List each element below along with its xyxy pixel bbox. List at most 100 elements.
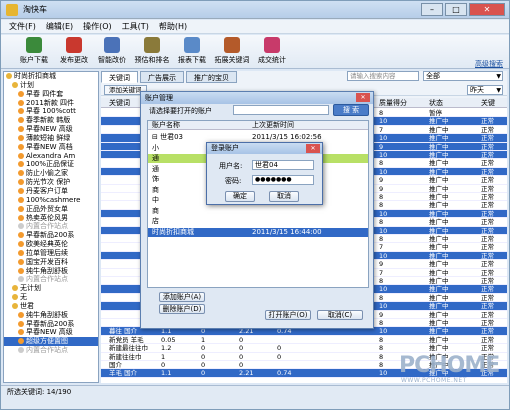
- account-search-button[interactable]: 搜 索: [333, 104, 369, 116]
- login-dialog: 登录账户 ✕ 用户名: 世君04 密码: ●●●●●●● 确定 取消: [206, 142, 323, 205]
- table-cell: 正常: [481, 243, 494, 252]
- table-cell: 推广中: [429, 302, 449, 311]
- tree-item[interactable]: 欧美经典英伦: [4, 240, 98, 249]
- menu-item[interactable]: 工具(T): [122, 20, 149, 33]
- table-cell: 0: [201, 352, 206, 361]
- table-row[interactable]: 新建最往往巾 1.2 0 0 0 8 推广中 正常: [101, 344, 507, 353]
- toolbar-button-label: 发布更改: [60, 56, 88, 64]
- dialog-close-button[interactable]: ✕: [356, 93, 370, 102]
- menu-item[interactable]: 操作(O): [83, 20, 112, 33]
- item-icon: [18, 258, 24, 265]
- account-name: 店: [152, 217, 159, 225]
- tree-item[interactable]: 早春NEW 高档: [4, 143, 98, 152]
- tree-item[interactable]: 无: [4, 293, 98, 302]
- tree-item[interactable]: 薄款短袖 鲜绿: [4, 134, 98, 143]
- tree-item[interactable]: 世君: [4, 302, 98, 311]
- account-row[interactable]: 时尚折扣商城 2011/3/15 16:44:00: [148, 227, 368, 237]
- toolbar-button[interactable]: 拓展关键词: [213, 37, 251, 65]
- login-cancel-button[interactable]: 取消: [269, 191, 299, 202]
- tree-item-label: 2011新款 四件: [26, 98, 75, 107]
- add-account-button[interactable]: 添加账户(A): [159, 292, 205, 302]
- tree-item[interactable]: 丹麦客户订单: [4, 187, 98, 196]
- minimize-button[interactable]: –: [421, 3, 443, 16]
- tree-item-label: 欧美经典英伦: [26, 240, 68, 249]
- table-cell: 0: [201, 361, 206, 369]
- account-tree[interactable]: 时尚折扣商城 计划 早春 四件套 2011新款 四件 早春 100%cott 春季新款 韩…: [3, 71, 99, 383]
- delete-account-button[interactable]: 删除账户(D): [159, 304, 205, 314]
- tree-item[interactable]: 100%正品保证: [4, 160, 98, 169]
- open-account-button[interactable]: 打开账户(O): [265, 310, 311, 320]
- grid-header-cell: 质量得分: [379, 99, 407, 107]
- tab-item[interactable]: 关键词: [101, 71, 138, 83]
- tree-item[interactable]: 内置合作站点: [4, 346, 98, 355]
- tree-item[interactable]: 早春 100%cott: [4, 107, 98, 116]
- table-cell: 推广中: [429, 268, 449, 277]
- account-search-input[interactable]: [233, 105, 329, 115]
- toolbar-button[interactable]: 成交统计: [253, 37, 291, 65]
- menu-item[interactable]: 文件(F): [9, 20, 36, 33]
- table-cell: 推广中: [429, 142, 449, 151]
- download-account-icon: [26, 37, 42, 53]
- account-row[interactable]: 商: [148, 206, 368, 216]
- advanced-search-link[interactable]: 高级搜索: [475, 59, 503, 69]
- table-cell: 羊毛 国介: [109, 369, 138, 378]
- account-row[interactable]: 店: [148, 217, 368, 226]
- toolbar-button[interactable]: 账户下载: [15, 37, 53, 65]
- tree-item[interactable]: 内置合作站点: [4, 275, 98, 284]
- item-icon: [18, 241, 24, 248]
- report-icon: [184, 37, 200, 53]
- tree-item[interactable]: 拉单管理后续: [4, 249, 98, 258]
- toolbar-button-label: 智能改价: [98, 56, 126, 64]
- folder-icon: [12, 294, 18, 301]
- maximize-button[interactable]: □: [445, 3, 467, 16]
- table-cell: 8: [379, 159, 384, 168]
- tree-item[interactable]: 时尚折扣商城: [4, 72, 98, 81]
- account-name: 商: [152, 206, 159, 215]
- tree-item[interactable]: 无计划: [4, 284, 98, 293]
- tree-item[interactable]: 超级方便置图: [4, 337, 98, 347]
- tab-item[interactable]: 推广的宝贝: [186, 71, 237, 83]
- toolbar-button[interactable]: 报表下载: [173, 37, 211, 65]
- tree-item[interactable]: 正品外贸女单: [4, 205, 98, 214]
- tree-item[interactable]: 防止小偷之家: [4, 169, 98, 178]
- tree-item[interactable]: 春季新款 韩版: [4, 116, 98, 125]
- tree-item[interactable]: 计划: [4, 81, 98, 90]
- tree-item[interactable]: 早春NEW 高级: [4, 125, 98, 134]
- table-cell: 正常: [481, 176, 494, 185]
- item-icon: [18, 161, 24, 168]
- tree-item[interactable]: 纯牛角刮舒板: [4, 311, 98, 320]
- tree-item[interactable]: 早春新品200系: [4, 231, 98, 240]
- table-cell: 新建最往往巾: [109, 344, 148, 353]
- close-button[interactable]: ✕: [469, 3, 505, 16]
- tab-item[interactable]: 广告展示: [140, 71, 184, 83]
- username-field[interactable]: 世君04: [252, 160, 314, 170]
- filter-select[interactable]: 全部: [423, 71, 503, 81]
- toolbar-button[interactable]: 智能改价: [93, 37, 131, 65]
- login-close-button[interactable]: ✕: [306, 144, 320, 153]
- menu-item[interactable]: 编辑(E): [46, 20, 73, 33]
- tree-item[interactable]: 防光节次 保护: [4, 178, 98, 187]
- table-row[interactable]: 新党员 羊毛 0.05 1 0 8 推广中 正常: [101, 336, 507, 345]
- tree-item-label: 纯牛角刮舒板: [26, 266, 68, 275]
- table-cell: 10: [379, 302, 388, 311]
- menu-item[interactable]: 帮助(H): [159, 20, 187, 33]
- table-cell: 推广中: [429, 209, 449, 218]
- toolbar-button[interactable]: 发布更改: [55, 37, 93, 65]
- table-cell: 推广中: [429, 251, 449, 260]
- tree-item[interactable]: 100%cashmere: [4, 196, 98, 205]
- search-input[interactable]: 请输入搜索内容: [347, 71, 419, 81]
- table-cell: 8: [379, 218, 384, 227]
- table-cell: 0: [277, 352, 282, 361]
- tree-item[interactable]: 早春NEW 高级: [4, 328, 98, 337]
- table-cell: 正常: [481, 142, 494, 151]
- account-row[interactable]: ⊟ 世君03 2011/3/15 16:02:56: [148, 133, 368, 142]
- table-cell: 推广中: [429, 134, 449, 143]
- toolbar-button[interactable]: 预估和排名: [133, 37, 171, 65]
- period-select[interactable]: 昨天: [467, 85, 503, 95]
- tree-item[interactable]: 内置合作站点: [4, 222, 98, 231]
- tree-item[interactable]: 国宝开发百科: [4, 258, 98, 267]
- cancel-button[interactable]: 取消(C): [317, 310, 363, 320]
- password-field[interactable]: ●●●●●●●: [252, 175, 314, 185]
- tree-item[interactable]: 早春 四件套: [4, 90, 98, 99]
- login-ok-button[interactable]: 确定: [225, 191, 255, 202]
